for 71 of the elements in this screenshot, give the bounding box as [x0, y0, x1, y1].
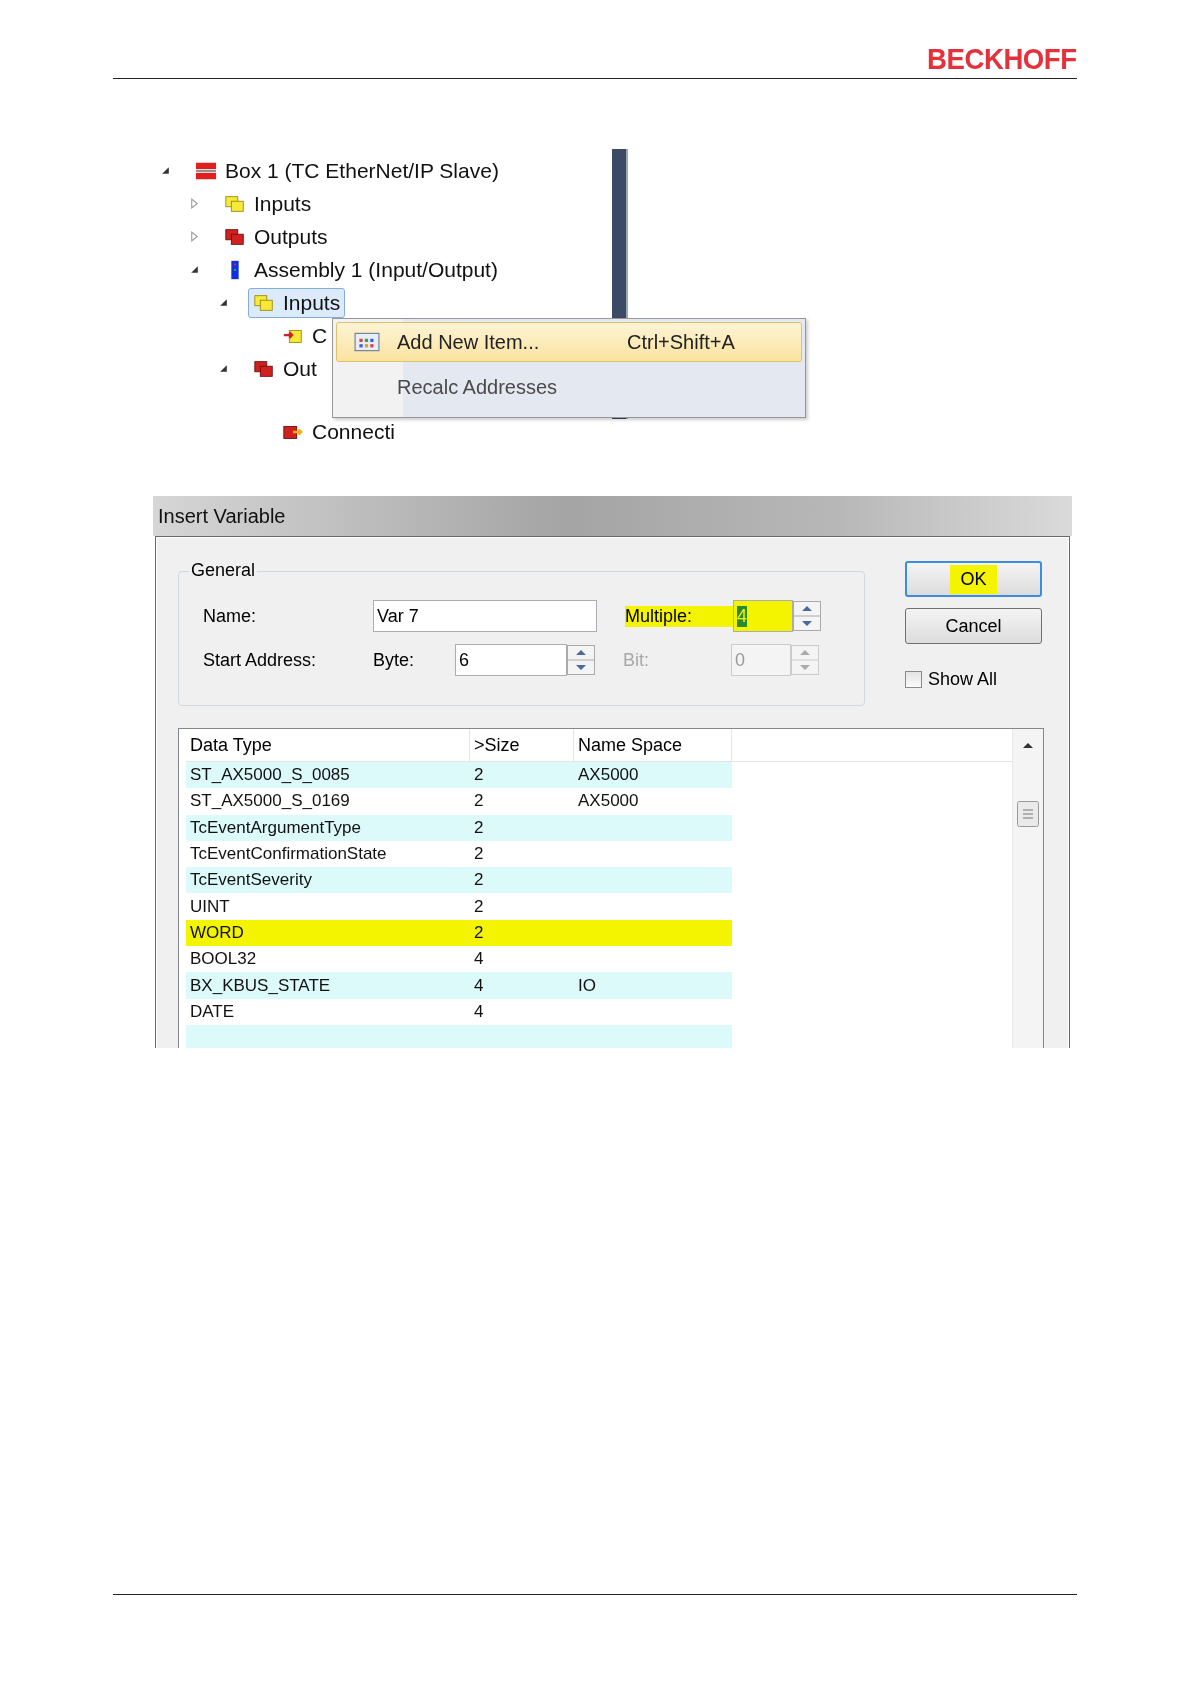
dialog-title: Insert Variable: [158, 504, 286, 528]
field-label: Start Address:: [203, 649, 318, 671]
checkbox-label[interactable]: Show All: [928, 669, 998, 690]
column-header[interactable]: >Size: [470, 729, 574, 761]
table-cell: 2: [474, 844, 484, 865]
table-cell: TcEventSeverity: [190, 870, 312, 891]
collapsed-arrow-icon[interactable]: [189, 198, 200, 209]
table-cell: IO: [578, 975, 596, 996]
table-cell: 2: [474, 896, 484, 917]
tree-item[interactable]: C: [277, 320, 333, 351]
field-label: Name:: [203, 605, 257, 627]
table-cell: 2: [474, 922, 484, 943]
table-cell: AX5000: [578, 765, 639, 786]
column-header[interactable]: Data Type: [186, 729, 470, 761]
ok-button[interactable]: OK: [905, 561, 1042, 597]
byte-field[interactable]: 6: [455, 644, 567, 676]
expanded-arrow-icon[interactable]: [218, 363, 229, 374]
table-row[interactable]: BOOL32 4: [186, 946, 732, 973]
table-cell: TcEventArgumentType: [190, 817, 362, 838]
table-cell: 2: [474, 791, 484, 812]
table-cell: 4: [474, 975, 484, 996]
tree-item[interactable]: Out: [248, 353, 322, 384]
table-cell: 4: [474, 949, 484, 970]
name-field[interactable]: Var 7: [373, 600, 597, 632]
table-cell: ST_AX5000_S_0085: [190, 765, 350, 786]
table-cell: 4: [474, 1001, 484, 1022]
table-row[interactable]: WORD 2: [186, 919, 732, 947]
table-cell: DATE: [190, 1001, 235, 1022]
table-cell: 2: [474, 765, 484, 786]
tree-item[interactable]: Outputs: [219, 221, 333, 252]
table-cell: BOOL32: [190, 949, 257, 970]
menu-item[interactable]: Recalc Addresses: [336, 368, 802, 408]
table-cell: BX_KBUS_STATE: [190, 975, 331, 996]
scroll-thumb[interactable]: [1017, 801, 1039, 827]
table-row[interactable]: BX_KBUS_STATE 4 IO: [186, 972, 732, 999]
table-row[interactable]: TcEventArgumentType 2: [186, 814, 732, 841]
table-cell: 2: [474, 817, 484, 838]
table-row[interactable]: TcEventConfirmationState 2: [186, 840, 732, 868]
tree-item[interactable]: Inputs: [219, 188, 317, 219]
tree-item[interactable]: Box 1 (TC EtherNet/IP Slave): [190, 155, 504, 186]
table-cell: UINT: [190, 896, 230, 917]
tree-item[interactable]: Connecti: [277, 416, 400, 447]
field-label: Multiple:: [625, 605, 733, 627]
expanded-arrow-icon[interactable]: [218, 297, 229, 308]
scrollbar[interactable]: [1012, 729, 1043, 1048]
spinner-icon[interactable]: [567, 645, 595, 675]
column-header[interactable]: Name Space: [574, 729, 732, 761]
brand-logo: BECKHOFF: [927, 42, 1077, 77]
selected-tree-item[interactable]: Inputs: [248, 287, 346, 318]
multiple-field[interactable]: 4: [733, 600, 793, 632]
cancel-button[interactable]: Cancel: [905, 608, 1042, 644]
table-row[interactable]: ST_AX5000_S_0085 2 AX5000: [186, 762, 732, 789]
table-row[interactable]: TcEventSeverity 2: [186, 867, 732, 894]
checkbox[interactable]: [905, 671, 922, 688]
tree-item[interactable]: Assembly 1 (Input/Output): [219, 254, 503, 285]
table-cell: AX5000: [578, 791, 639, 812]
table-cell: 2: [474, 870, 484, 891]
field-label: Bit:: [623, 649, 650, 671]
scroll-up-icon[interactable]: [1022, 741, 1034, 749]
table-cell: TcEventConfirmationState: [190, 844, 387, 865]
table-cell: WORD: [190, 922, 244, 943]
expanded-arrow-icon[interactable]: [160, 165, 171, 176]
menu-item[interactable]: Add New Item... Ctrl+Shift+A: [336, 322, 802, 362]
expanded-arrow-icon[interactable]: [189, 264, 200, 275]
table-cell: ST_AX5000_S_0169: [190, 791, 350, 812]
table-row[interactable]: DATE 4: [186, 998, 732, 1025]
field-label: Byte:: [373, 649, 416, 671]
collapsed-arrow-icon[interactable]: [189, 231, 200, 242]
table-row[interactable]: ST_AX5000_S_0169 2 AX5000: [186, 788, 732, 815]
table-row[interactable]: UINT 2: [186, 893, 732, 920]
spinner-icon[interactable]: [793, 601, 821, 631]
